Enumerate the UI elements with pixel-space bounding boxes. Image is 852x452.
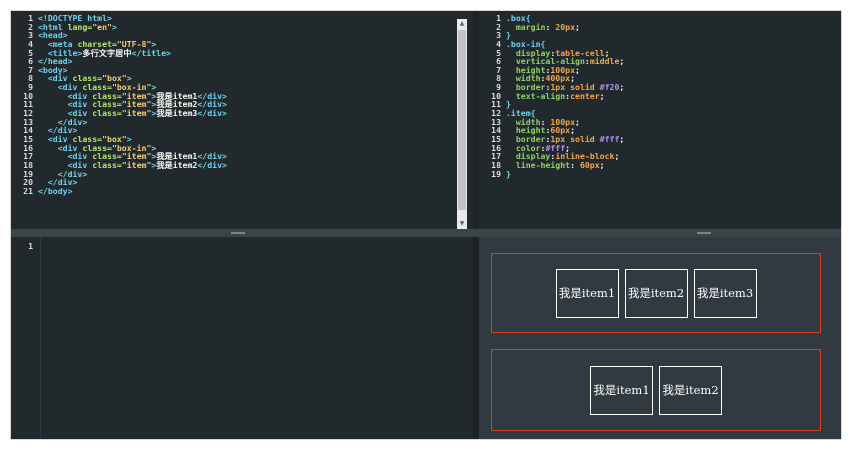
code-token: middle [589, 56, 620, 67]
line-number: 21 [23, 185, 33, 196]
js-gutter-divider [40, 237, 41, 439]
code-token: ; [575, 116, 580, 127]
html-editor[interactable]: 1 2 3 4 5 6 7 8 9 10 11 12 13 14 15 16 17 18 19 20 21 <!DOCT… [11, 11, 457, 229]
playground-frame: 1 2 3 4 5 6 7 8 9 10 11 12 13 14 15 16 17 18 19 20 21 <!DOCT… [10, 10, 842, 440]
code-token: ; [614, 151, 620, 162]
preview-item: 我是item2 [624, 268, 688, 318]
preview-box-1: 我是item1 我是item2 我是item3 [491, 253, 821, 333]
css-editor[interactable]: 1 2 3 4 5 6 7 8 9 10 11 12 13 14 15 16 17 18 19 .box{ marg… [479, 11, 841, 229]
code-token: ; [599, 159, 605, 170]
preview-item: 我是item3 [693, 268, 757, 318]
code-token: : [545, 21, 556, 32]
html-code[interactable]: <!DOCTYPE html> <html lang="en"> <head> <m… [38, 14, 227, 195]
preview-pane: 我是item1 我是item2 我是item3 我是item1 我是item2 [479, 237, 841, 439]
code-token: class= [92, 159, 122, 170]
code-token: ; [619, 82, 625, 93]
scroll-down-icon[interactable]: ▼ [457, 219, 467, 229]
preview-box-2: 我是item1 我是item2 [491, 349, 821, 431]
code-token: "item" [121, 108, 152, 119]
code-token: ; [619, 133, 625, 144]
code-token: 20px [555, 21, 576, 32]
code-token: ; [575, 64, 580, 75]
code-line[interactable]: </body> [38, 185, 227, 196]
code-token: 多行文字居中 [82, 47, 132, 58]
line-number: 19 [491, 168, 501, 179]
scroll-up-icon[interactable]: ▲ [457, 19, 467, 29]
code-token: ; [619, 56, 625, 67]
code-token: #fff [599, 133, 620, 144]
splitter-handle-right[interactable] [697, 232, 711, 234]
code-line[interactable]: text-align:center; [506, 90, 624, 101]
code-token: > [111, 21, 117, 32]
html-editor-scroll-thumb[interactable] [458, 30, 466, 210]
code-token: "item" [121, 159, 152, 170]
code-token: </div> [197, 108, 227, 119]
code-token: </title> [131, 47, 171, 58]
code-token: text-align [515, 90, 566, 101]
code-token: margin [515, 21, 546, 32]
code-token: class= [92, 108, 122, 119]
js-editor[interactable]: 1 [11, 237, 473, 439]
code-token: ; [575, 21, 580, 32]
code-token: "en" [92, 21, 112, 32]
code-token: </div> [197, 159, 227, 170]
splitter-handle-left[interactable] [231, 232, 245, 234]
code-token: } [506, 168, 511, 179]
css-line-numbers: 1 2 3 4 5 6 7 8 9 10 11 12 13 14 15 16 17 18 19 [479, 14, 501, 178]
line-number: 1 [28, 241, 33, 251]
code-token: ; [599, 90, 605, 101]
preview-item: 我是item1 [555, 268, 619, 318]
code-token: </body> [38, 185, 73, 196]
preview-item: 我是item2 [659, 365, 722, 415]
code-token: 60px [579, 159, 600, 170]
code-token: 我是item3 [156, 108, 198, 119]
code-token: 我是item2 [156, 159, 198, 170]
preview-item: 我是item1 [590, 365, 653, 415]
css-code[interactable]: .box{ margin: 20px;} .box-in{ display:tab… [506, 14, 624, 178]
html-editor-scrollbar[interactable]: ▲ ▼ [457, 19, 467, 229]
code-token: lang= [67, 21, 93, 32]
code-line[interactable]: } [506, 168, 624, 179]
js-line-numbers: 1 [11, 242, 33, 251]
code-token: : [570, 159, 580, 170]
code-token: line-height [515, 159, 571, 170]
code-line[interactable]: line-height: 60px; [506, 161, 624, 170]
code-line[interactable]: margin: 20px; [506, 21, 624, 32]
horizontal-splitter[interactable] [11, 229, 841, 237]
html-line-numbers: 1 2 3 4 5 6 7 8 9 10 11 12 13 14 15 16 17 18 19 20 21 [11, 14, 33, 195]
code-token: center [570, 90, 600, 101]
